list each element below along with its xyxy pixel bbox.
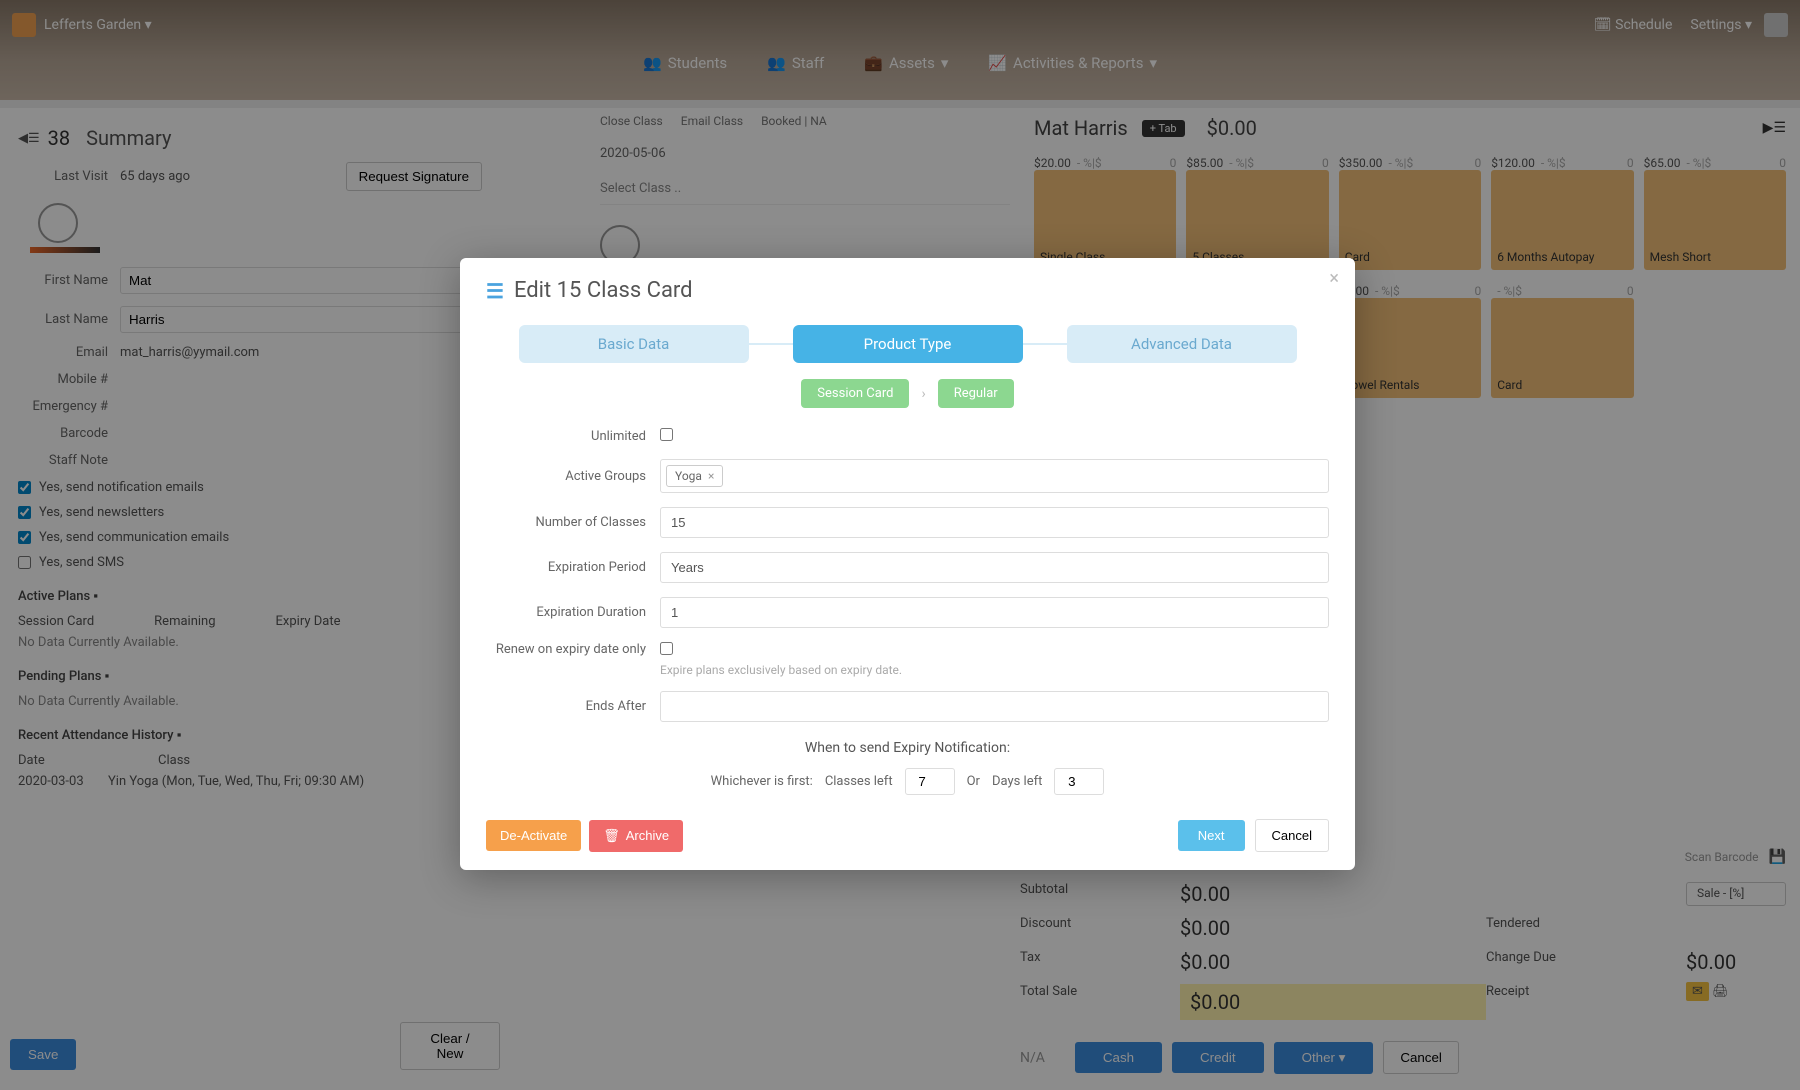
archive-button[interactable]: 🗑Archive	[589, 820, 683, 852]
pill-session-card[interactable]: Session Card	[801, 379, 909, 408]
stepper: Basic Data Product Type Advanced Data	[486, 325, 1329, 363]
days-left-field[interactable]	[1054, 768, 1104, 795]
trash-icon: 🗑	[603, 828, 620, 844]
next-button[interactable]: Next	[1178, 820, 1245, 851]
exp-period-label: Expiration Period	[486, 560, 646, 575]
cancel-button[interactable]: Cancel	[1255, 819, 1329, 852]
remove-chip-icon[interactable]: ×	[708, 469, 714, 483]
classes-left-field[interactable]	[905, 768, 955, 795]
step-basic-data[interactable]: Basic Data	[519, 325, 749, 363]
whichever-label: Whichever is first:	[711, 774, 813, 789]
num-classes-label: Number of Classes	[486, 515, 646, 530]
edit-class-card-modal: × ☰ Edit 15 Class Card Basic Data Produc…	[460, 258, 1355, 870]
chevron-right-icon: ›	[921, 386, 925, 402]
or-label: Or	[967, 774, 980, 789]
group-chip: Yoga ×	[666, 465, 723, 487]
ends-after-field[interactable]	[660, 691, 1329, 722]
days-left-label: Days left	[992, 774, 1042, 789]
num-classes-field[interactable]	[660, 507, 1329, 538]
unlimited-label: Unlimited	[486, 429, 646, 444]
close-icon[interactable]: ×	[1329, 268, 1339, 289]
exp-period-select[interactable]	[660, 552, 1329, 583]
renew-only-label: Renew on expiry date only	[486, 642, 646, 657]
step-product-type[interactable]: Product Type	[793, 325, 1023, 363]
deactivate-button[interactable]: De-Activate	[486, 820, 581, 851]
renew-only-checkbox[interactable]	[660, 642, 673, 655]
modal-title: ☰ Edit 15 Class Card	[486, 278, 1329, 303]
step-advanced-data[interactable]: Advanced Data	[1067, 325, 1297, 363]
exp-duration-field[interactable]	[660, 597, 1329, 628]
type-pills: Session Card › Regular	[486, 379, 1329, 408]
list-icon: ☰	[486, 279, 504, 303]
classes-left-label: Classes left	[825, 774, 893, 789]
renew-only-helper: Expire plans exclusively based on expiry…	[660, 663, 1329, 677]
active-groups-label: Active Groups	[486, 469, 646, 484]
expiry-header: When to send Expiry Notification:	[486, 740, 1329, 756]
ends-after-label: Ends After	[486, 699, 646, 714]
modal-footer: De-Activate 🗑Archive Next Cancel	[486, 819, 1329, 852]
pill-regular[interactable]: Regular	[938, 379, 1014, 408]
exp-duration-label: Expiration Duration	[486, 605, 646, 620]
unlimited-checkbox[interactable]	[660, 428, 673, 441]
